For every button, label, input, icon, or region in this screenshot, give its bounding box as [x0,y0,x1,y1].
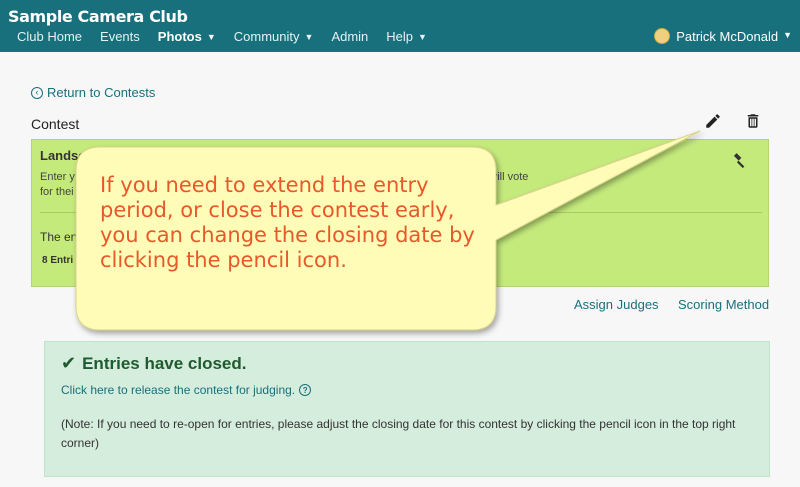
entries-closed-title: ✔ Entries have closed. [61,353,247,373]
nav-admin[interactable]: Admin [331,29,368,44]
nav-help[interactable]: Help ▼ [386,29,427,44]
release-contest-link[interactable]: Click here to release the contest for ju… [61,383,312,397]
nav-community[interactable]: Community ▼ [234,29,314,44]
caret-down-icon: ▼ [206,32,216,42]
caret-down-icon: ▼ [783,30,792,40]
reopen-note: (Note: If you need to re-open for entrie… [61,417,736,450]
user-name: Patrick McDonald [676,28,779,44]
question-circle-icon[interactable]: ? [299,384,312,396]
contest-status: The en [40,230,78,244]
pencil-icon[interactable] [704,112,722,130]
top-nav-bar: Sample Camera Club Club Home Events Phot… [0,0,800,52]
caret-down-icon: ▼ [304,32,314,42]
check-icon: ✔ [61,353,77,373]
entries-count: 8 Entri [42,255,74,266]
nav-events[interactable]: Events [100,29,140,44]
return-to-contests-link[interactable]: ‹ Return to Contests [31,85,155,100]
nav-club-home[interactable]: Club Home [17,29,82,44]
contest-title: Landsc [40,148,86,163]
scoring-method-link[interactable]: Scoring Method [678,297,769,312]
club-brand[interactable]: Sample Camera Club [8,7,188,26]
main-nav: Club Home Events Photos ▼ Community ▼ Admi… [17,29,445,44]
caret-down-icon: ▼ [418,32,427,42]
assign-judges-link[interactable]: Assign Judges [574,297,659,312]
avatar [654,28,671,44]
callout-text: If you need to extend the entry period, … [100,173,475,272]
gavel-icon [733,153,745,169]
user-menu[interactable]: Patrick McDonald ▼ [654,28,792,44]
entries-closed-panel: ✔ Entries have closed. Click here to rel… [44,341,770,477]
chevron-left-circle-icon: ‹ [31,86,43,99]
nav-photos[interactable]: Photos ▼ [158,29,216,44]
trash-icon[interactable] [744,112,762,130]
section-heading: Contest [31,116,80,132]
